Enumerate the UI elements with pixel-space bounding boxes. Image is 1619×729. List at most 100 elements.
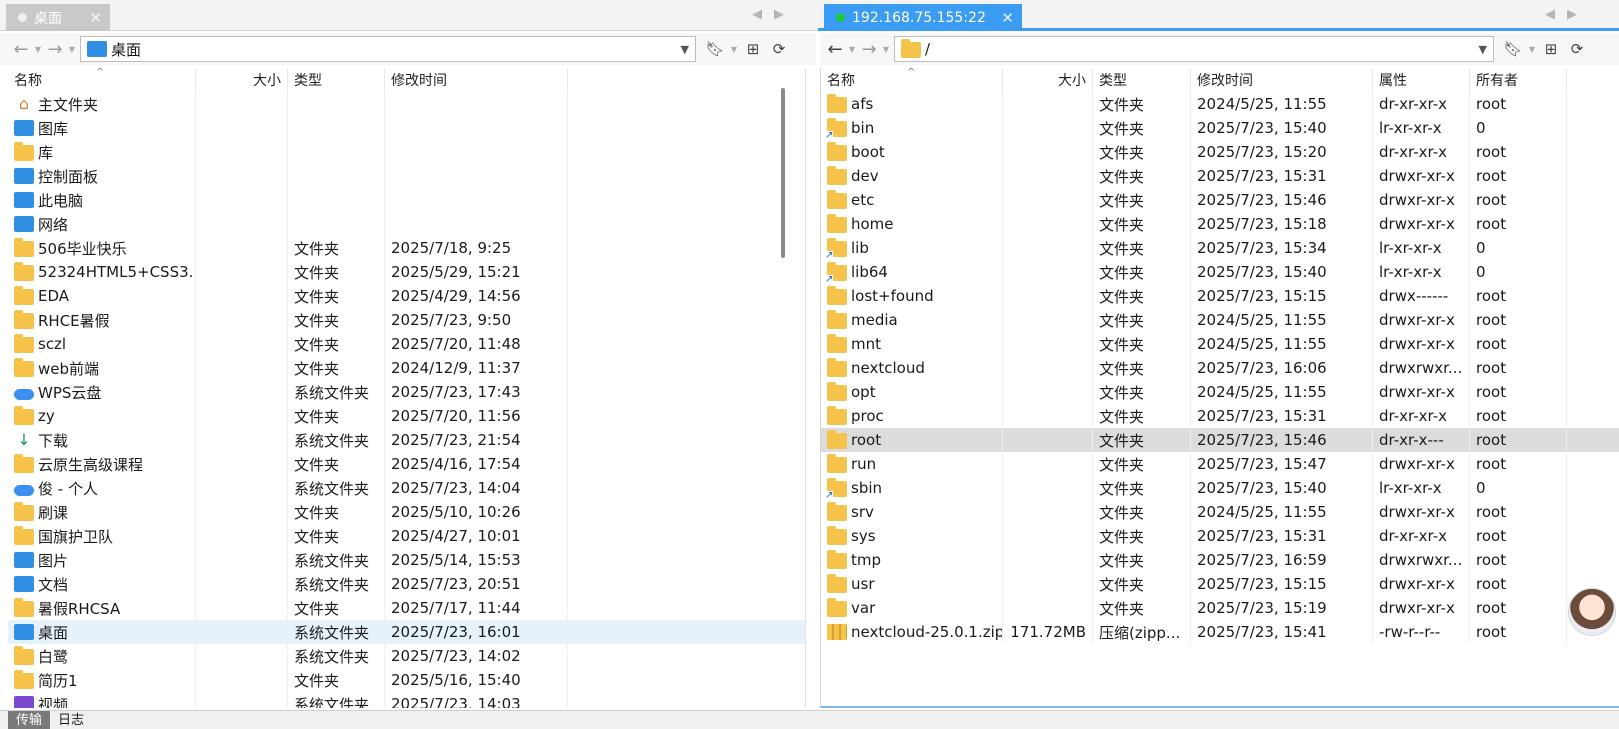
assistant-avatar[interactable] [1568, 588, 1616, 636]
cell-size [1003, 404, 1093, 428]
column-header-modified[interactable]: 修改时间 [1191, 68, 1373, 92]
table-row[interactable]: root 文件夹 2025/7/23, 15:46 dr-xr-x--- root [821, 428, 1619, 452]
chevron-down-icon[interactable]: ▼ [681, 43, 689, 56]
column-header-permissions[interactable]: 属性 [1373, 68, 1470, 92]
tab-scroll-right-icon[interactable]: ▶ [774, 7, 784, 22]
table-row[interactable]: proc 文件夹 2025/7/23, 15:31 dr-xr-xr-x root [821, 404, 1619, 428]
forward-history-dropdown-icon[interactable]: ▼ [66, 45, 78, 54]
forward-history-dropdown-icon[interactable]: ▼ [880, 45, 892, 54]
tab-scroll-right-icon[interactable]: ▶ [1567, 7, 1577, 22]
table-row[interactable]: afs 文件夹 2024/5/25, 11:55 dr-xr-xr-x root [821, 92, 1619, 116]
column-header-type[interactable]: 类型 [288, 68, 385, 92]
bookmark-icon[interactable]: 🔖︎ [702, 40, 728, 58]
table-row[interactable]: media 文件夹 2024/5/25, 11:55 drwxr-xr-x root [821, 308, 1619, 332]
file-name: 图片 [38, 551, 69, 570]
table-row[interactable]: 视频 系统文件夹 2025/7/23, 14:03 [8, 692, 805, 708]
table-row[interactable]: 文档 系统文件夹 2025/7/23, 20:51 [8, 572, 805, 596]
file-name: 视频 [38, 695, 69, 709]
table-row[interactable]: nextcloud 文件夹 2025/7/23, 16:06 drwxrwxr... r… [821, 356, 1619, 380]
table-row[interactable]: 控制面板 [8, 164, 805, 188]
tab-remote-host[interactable]: 192.168.75.155:22 ✕ [824, 4, 1022, 31]
table-row[interactable]: lib64 文件夹2025/7/23, 15:40lr-xr-xr-x0 [821, 260, 1619, 284]
tab-transfer[interactable]: 传输 [8, 711, 51, 729]
table-row[interactable]: sczl 文件夹 2025/7/20, 11:48 [8, 332, 805, 356]
back-arrow-icon[interactable]: ← [824, 39, 846, 60]
table-row[interactable]: WPS云盘 系统文件夹 2025/7/23, 17:43 [8, 380, 805, 404]
table-row[interactable]: RHCE暑假 文件夹 2025/7/23, 9:50 [8, 308, 805, 332]
back-history-dropdown-icon[interactable]: ▼ [32, 45, 44, 54]
tab-log[interactable]: 日志 [50, 711, 92, 729]
folder-icon [827, 502, 847, 521]
table-row[interactable]: boot 文件夹 2025/7/23, 15:20 dr-xr-xr-x root [821, 140, 1619, 164]
table-row[interactable]: ↓ 下载 系统文件夹 2025/7/23, 21:54 [8, 428, 805, 452]
table-row[interactable]: 506毕业快乐 文件夹 2025/7/18, 9:25 [8, 236, 805, 260]
table-row[interactable]: 此电脑 [8, 188, 805, 212]
forward-arrow-icon[interactable]: → [858, 39, 880, 60]
table-row[interactable]: sys 文件夹 2025/7/23, 15:31 dr-xr-xr-x root [821, 524, 1619, 548]
new-folder-icon[interactable]: ⊞ [740, 40, 766, 58]
table-row[interactable]: lost+found 文件夹 2025/7/23, 15:15 drwx------ r… [821, 284, 1619, 308]
column-header-modified[interactable]: 修改时间 [385, 68, 568, 92]
table-row[interactable]: run 文件夹 2025/7/23, 15:47 drwxr-xr-x root [821, 452, 1619, 476]
bookmark-dropdown-icon[interactable]: ▼ [728, 45, 740, 54]
table-row[interactable]: var 文件夹 2025/7/23, 15:19 drwxr-xr-x root [821, 596, 1619, 620]
cell-modified [385, 188, 568, 212]
table-row[interactable]: 简历1 文件夹 2025/5/16, 15:40 [8, 668, 805, 692]
table-row[interactable]: lib 文件夹2025/7/23, 15:34lr-xr-xr-x0 [821, 236, 1619, 260]
table-row[interactable]: EDA 文件夹 2025/4/29, 14:56 [8, 284, 805, 308]
table-row[interactable]: mnt 文件夹 2024/5/25, 11:55 drwxr-xr-x root [821, 332, 1619, 356]
table-row[interactable]: 图片 系统文件夹 2025/5/14, 15:53 [8, 548, 805, 572]
column-header-type[interactable]: 类型 [1093, 68, 1191, 92]
table-row[interactable]: 52324HTML5+CSS3... 文件夹 2025/5/29, 15:21 [8, 260, 805, 284]
table-row[interactable]: zy 文件夹 2025/7/20, 11:56 [8, 404, 805, 428]
back-arrow-icon[interactable]: ← [10, 39, 32, 60]
vertical-scrollbar[interactable] [781, 88, 785, 258]
table-row[interactable]: nextcloud-25.0.1.zip 171.72MB 压缩(zipp... 20… [821, 620, 1619, 644]
column-header-size[interactable]: 大小 [1003, 68, 1093, 92]
tab-scroll-left-icon[interactable]: ◀ [752, 7, 762, 22]
table-row[interactable]: 图库 [8, 116, 805, 140]
refresh-icon[interactable]: ⟳ [766, 40, 792, 58]
file-name: 网络 [38, 215, 69, 234]
table-row[interactable]: srv 文件夹 2024/5/25, 11:55 drwxr-xr-x root [821, 500, 1619, 524]
table-row[interactable]: usr 文件夹 2025/7/23, 15:15 drwxr-xr-x root [821, 572, 1619, 596]
path-field[interactable]: 桌面 ▼ [80, 36, 696, 62]
forward-arrow-icon[interactable]: → [44, 39, 66, 60]
cell-modified: 2025/7/23, 15:31 [1191, 404, 1373, 428]
table-row[interactable]: 云原生高级课程 文件夹 2025/4/16, 17:54 [8, 452, 805, 476]
table-row[interactable]: 国旗护卫队 文件夹 2025/4/27, 10:01 [8, 524, 805, 548]
table-row[interactable]: sbin 文件夹2025/7/23, 15:40lr-xr-xr-x0 [821, 476, 1619, 500]
chevron-down-icon[interactable]: ▼ [1479, 43, 1487, 56]
remote-file-list[interactable]: ^ 名称 大小 类型 修改时间 属性 所有者 afs 文件夹 2024/5/25, … [820, 68, 1619, 708]
tab-scroll-left-icon[interactable]: ◀ [1545, 7, 1555, 22]
table-row[interactable]: bin 文件夹2025/7/23, 15:40lr-xr-xr-x0 [821, 116, 1619, 140]
table-row[interactable]: etc 文件夹 2025/7/23, 15:46 drwxr-xr-x root [821, 188, 1619, 212]
table-row[interactable]: ⌂ 主文件夹 [8, 92, 805, 116]
table-row[interactable]: 刷课 文件夹 2025/5/10, 10:26 [8, 500, 805, 524]
refresh-icon[interactable]: ⟳ [1564, 40, 1590, 58]
column-header-size[interactable]: 大小 [196, 68, 288, 92]
cell-modified: 2025/7/23, 9:50 [385, 308, 568, 332]
close-icon[interactable]: ✕ [1001, 9, 1014, 27]
table-row[interactable]: home 文件夹 2025/7/23, 15:18 drwxr-xr-x root [821, 212, 1619, 236]
table-row[interactable]: 暑假RHCSA 文件夹 2025/7/17, 11:44 [8, 596, 805, 620]
remote-path-field[interactable]: / ▼ [894, 36, 1494, 62]
table-row[interactable]: dev 文件夹 2025/7/23, 15:31 drwxr-xr-x root [821, 164, 1619, 188]
table-row[interactable]: 桌面 系统文件夹 2025/7/23, 16:01 [8, 620, 805, 644]
column-header-owner[interactable]: 所有者 [1470, 68, 1567, 92]
back-history-dropdown-icon[interactable]: ▼ [846, 45, 858, 54]
table-row[interactable]: 俊 - 个人 系统文件夹 2025/7/23, 14:04 [8, 476, 805, 500]
bookmark-icon[interactable]: 🔖︎ [1500, 40, 1526, 58]
cell-modified: 2025/5/14, 15:53 [385, 548, 568, 572]
table-row[interactable]: opt 文件夹 2024/5/25, 11:55 drwxr-xr-x root [821, 380, 1619, 404]
local-file-list[interactable]: ^ 名称 大小 类型 修改时间 ⌂ 主文件夹 图库库控制面板 此电脑 网络 506毕业快乐… [8, 68, 806, 708]
close-icon[interactable]: ✕ [89, 9, 102, 27]
tab-desktop[interactable]: 桌面 ✕ [6, 4, 110, 31]
table-row[interactable]: tmp 文件夹 2025/7/23, 16:59 drwxrwxr... root [821, 548, 1619, 572]
new-folder-icon[interactable]: ⊞ [1538, 40, 1564, 58]
bookmark-dropdown-icon[interactable]: ▼ [1526, 45, 1538, 54]
table-row[interactable]: web前端 文件夹 2024/12/9, 11:37 [8, 356, 805, 380]
table-row[interactable]: 网络 [8, 212, 805, 236]
table-row[interactable]: 白鹭 系统文件夹 2025/7/23, 14:02 [8, 644, 805, 668]
table-row[interactable]: 库 [8, 140, 805, 164]
